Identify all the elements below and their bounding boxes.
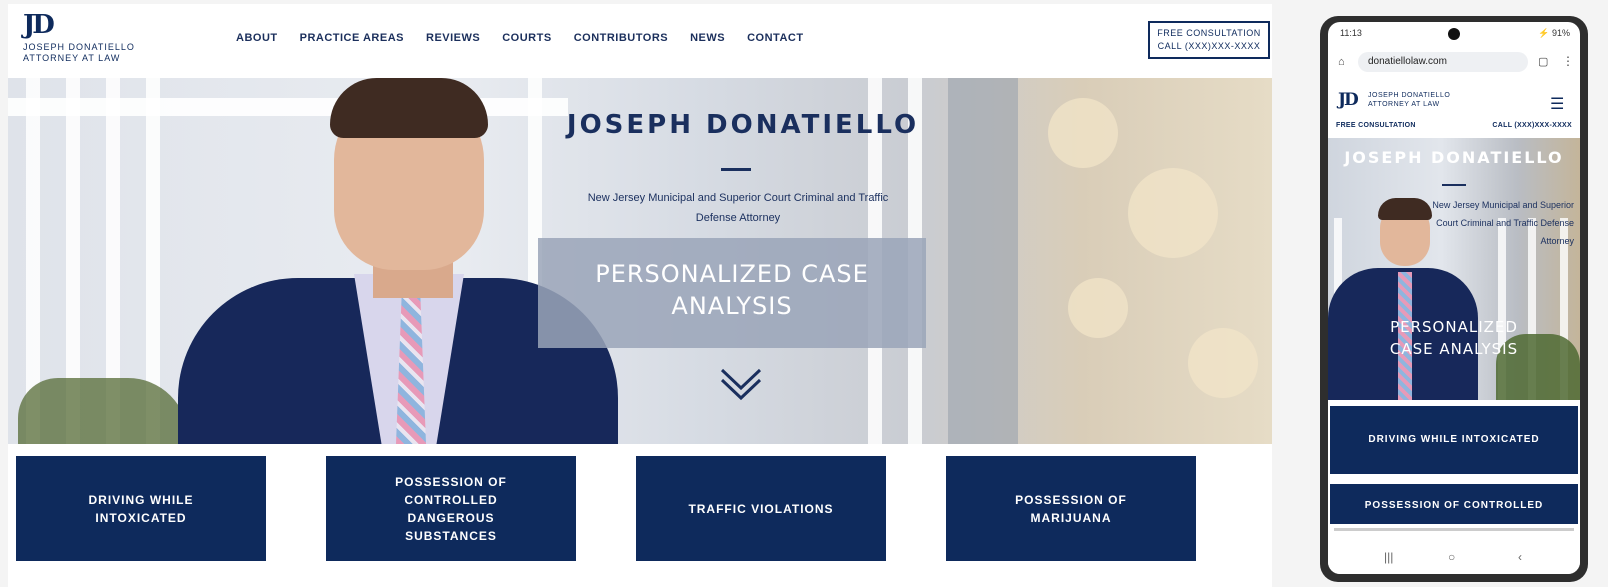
hair — [1378, 198, 1432, 220]
tile-cds[interactable]: POSSESSION OF CONTROLLED DANGEROUS SUBST… — [326, 456, 576, 561]
tile-traffic[interactable]: TRAFFIC VIOLATIONS — [636, 456, 886, 561]
logo-subtitle: ATTORNEY AT LAW — [23, 53, 121, 63]
mobile-tile-cds[interactable]: POSSESSION OF CONTROLLED — [1330, 484, 1578, 524]
mobile-logo-subtitle: ATTORNEY AT LAW — [1368, 101, 1440, 108]
mobile-free-consultation[interactable]: FREE CONSULTATION — [1336, 122, 1416, 129]
tile-marijuana[interactable]: POSSESSION OF MARIJUANA — [946, 456, 1196, 561]
desktop-view: JD JOSEPH DONATIELLO ATTORNEY AT LAW ABO… — [8, 4, 1272, 587]
hero-title: JOSEPH DONATIELLO — [566, 110, 920, 140]
mobile-logo-mark[interactable]: JD — [1338, 90, 1359, 110]
phone-mockup: 11:13 ⚡ 91% ⌂ donatiellolaw.com ▢ ⋮ JD J… — [1320, 16, 1588, 582]
practice-area-tiles: DRIVING WHILE INTOXICATED POSSESSION OF … — [8, 456, 1272, 561]
mobile-call-link[interactable]: CALL (XXX)XXX-XXXX — [1492, 122, 1572, 129]
status-bar: 11:13 ⚡ 91% — [1328, 22, 1580, 44]
mobile-hero-overlay-text: PERSONALIZED CASE ANALYSIS — [1328, 316, 1580, 360]
hair — [330, 78, 488, 138]
nav-courts[interactable]: COURTS — [502, 32, 551, 44]
free-consultation-button[interactable]: FREE CONSULTATION CALL (XXX)XXX-XXXX — [1148, 21, 1270, 59]
mobile-overlay-line2: CASE ANALYSIS — [1389, 340, 1519, 358]
mobile-hero-divider — [1442, 184, 1466, 186]
nav-news[interactable]: NEWS — [690, 32, 725, 44]
recents-icon[interactable]: ||| — [1384, 550, 1393, 564]
mobile-hero-subtitle: New Jersey Municipal and Superior Court … — [1432, 200, 1574, 246]
android-nav-bar: ||| ○ ‹ — [1328, 542, 1580, 574]
main-nav: ABOUT PRACTICE AREAS REVIEWS COURTS CONT… — [236, 32, 826, 44]
camera-icon — [1448, 28, 1460, 40]
logo-name: JOSEPH DONATIELLO — [23, 42, 135, 52]
bokeh-light — [1188, 328, 1258, 398]
nav-reviews[interactable]: REVIEWS — [426, 32, 480, 44]
browser-url-bar: ⌂ donatiellolaw.com ▢ ⋮ — [1328, 48, 1580, 76]
menu-dots-icon[interactable]: ⋮ — [1562, 54, 1574, 68]
mobile-logo-text: JOSEPH DONATIELLO ATTORNEY AT LAW — [1368, 91, 1450, 109]
mobile-overlay-line1: PERSONALIZED — [1390, 318, 1518, 336]
home-icon[interactable]: ⌂ — [1338, 56, 1345, 68]
hero-subtitle: New Jersey Municipal and Superior Court … — [587, 192, 889, 224]
overlay-line2: ANALYSIS — [671, 292, 793, 320]
tile-dwi[interactable]: DRIVING WHILE INTOXICATED — [16, 456, 266, 561]
cta-line1: FREE CONSULTATION — [1157, 28, 1261, 38]
back-icon[interactable]: ‹ — [1518, 550, 1522, 564]
horizontal-scrollbar[interactable] — [1334, 528, 1574, 531]
mobile-hero: JOSEPH DONATIELLO New Jersey Municipal a… — [1328, 138, 1580, 400]
overlay-line1: PERSONALIZED CASE — [595, 260, 869, 288]
scroll-down-chevron-icon[interactable] — [718, 358, 764, 404]
status-time: 11:13 — [1340, 28, 1362, 38]
shrub — [18, 378, 188, 444]
hamburger-menu-icon[interactable]: ☰ — [1550, 94, 1564, 114]
cta-line2: CALL (XXX)XXX-XXXX — [1157, 41, 1261, 51]
nav-practice-areas[interactable]: PRACTICE AREAS — [300, 32, 404, 44]
site-logo[interactable]: JD JOSEPH DONATIELLO ATTORNEY AT LAW — [23, 12, 153, 68]
bokeh-light — [1068, 278, 1128, 338]
bokeh-light — [1048, 98, 1118, 168]
status-battery: ⚡ 91% — [1538, 28, 1570, 38]
home-button-icon[interactable]: ○ — [1448, 550, 1455, 564]
tabs-icon[interactable]: ▢ — [1538, 55, 1548, 68]
porch-column — [948, 78, 1018, 444]
mobile-hero-title: JOSEPH DONATIELLO — [1344, 148, 1564, 167]
hero-banner: JOSEPH DONATIELLO New Jersey Municipal a… — [8, 78, 1272, 444]
site-header: JD JOSEPH DONATIELLO ATTORNEY AT LAW ABO… — [8, 4, 1272, 78]
bokeh-light — [1128, 168, 1218, 258]
hero-overlay-text: PERSONALIZED CASE ANALYSIS — [538, 258, 926, 322]
hero-divider — [721, 168, 751, 171]
mobile-cta-bar: FREE CONSULTATION CALL (XXX)XXX-XXXX — [1328, 120, 1580, 134]
mobile-logo-name: JOSEPH DONATIELLO — [1368, 92, 1451, 99]
nav-contributors[interactable]: CONTRIBUTORS — [574, 32, 668, 44]
nav-about[interactable]: ABOUT — [236, 32, 278, 44]
mobile-tile-dwi[interactable]: DRIVING WHILE INTOXICATED — [1330, 406, 1578, 474]
phone-screen: 11:13 ⚡ 91% ⌂ donatiellolaw.com ▢ ⋮ JD J… — [1328, 22, 1580, 574]
logo-mark: JD — [23, 10, 55, 40]
nav-contact[interactable]: CONTACT — [747, 32, 803, 44]
url-field[interactable]: donatiellolaw.com — [1358, 52, 1528, 72]
